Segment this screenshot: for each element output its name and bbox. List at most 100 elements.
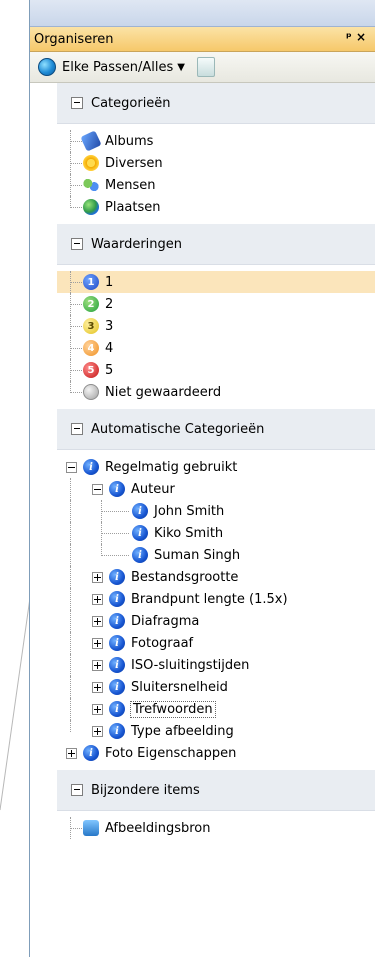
category-diversen[interactable]: Diversen <box>57 152 375 174</box>
tree-bestandsgrootte[interactable]: i Bestandsgrootte <box>57 566 375 588</box>
section-categories[interactable]: Categorieën <box>57 83 375 124</box>
category-label: Albums <box>105 133 154 149</box>
tree-author-john-smith[interactable]: i John Smith <box>57 500 375 522</box>
expand-icon[interactable] <box>92 659 103 671</box>
tree-trefwoorden[interactable]: i Trefwoorden <box>57 698 375 720</box>
category-label: Diversen <box>105 155 163 171</box>
rating-5-icon: 5 <box>83 362 99 378</box>
tree-regular-label: Regelmatig gebruikt <box>105 459 238 475</box>
page-icon[interactable] <box>197 57 215 77</box>
tree-fotograaf[interactable]: i Fotograaf <box>57 632 375 654</box>
author-name: Suman Singh <box>154 547 241 563</box>
tree-item-label: Diafragma <box>131 613 200 629</box>
tree-item-label: Fotograaf <box>131 635 194 651</box>
category-list: Albums Diversen Mensen Plaatsen <box>57 124 375 224</box>
organize-screen: Organiseren ᵖ × Elke Passen/Alles ▼ Cate… <box>0 0 375 957</box>
rating-4[interactable]: 4 4 <box>57 337 375 359</box>
info-icon: i <box>132 503 148 519</box>
rating-label: 5 <box>105 362 114 378</box>
tree-diafragma[interactable]: i Diafragma <box>57 610 375 632</box>
info-icon: i <box>132 525 148 541</box>
section-ratings[interactable]: Waarderingen <box>57 224 375 265</box>
section-auto-categories[interactable]: Automatische Categorieën <box>57 409 375 450</box>
rating-4-icon: 4 <box>83 340 99 356</box>
tree-item-label: Trefwoorden <box>130 700 216 718</box>
collapse-icon[interactable] <box>71 97 83 109</box>
pin-icon[interactable]: ᵖ × <box>346 30 366 44</box>
info-icon: i <box>109 657 125 673</box>
tree-item-label: Bestandsgrootte <box>131 569 239 585</box>
globe-icon <box>83 199 99 215</box>
section-special-items[interactable]: Bijzondere items <box>57 770 375 811</box>
tree-column: Categorieën Albums Diversen Mensen Plaat… <box>57 83 375 957</box>
collapse-icon[interactable] <box>66 461 77 473</box>
people-icon <box>83 177 99 193</box>
flower-icon <box>83 155 99 171</box>
category-plaatsen[interactable]: Plaatsen <box>57 196 375 218</box>
expand-icon[interactable] <box>92 637 103 649</box>
tree-item-label: Type afbeelding <box>131 723 234 739</box>
collapse-icon[interactable] <box>71 784 83 796</box>
section-title-special-items: Bijzondere items <box>91 782 200 798</box>
source-icon <box>83 820 99 836</box>
rating-label: 2 <box>105 296 114 312</box>
expand-icon[interactable] <box>92 725 103 737</box>
left-margin <box>0 0 30 957</box>
expand-icon[interactable] <box>92 571 103 583</box>
tree-author[interactable]: i Auteur <box>57 478 375 500</box>
info-icon: i <box>109 481 125 497</box>
collapse-icon[interactable] <box>71 238 83 250</box>
info-icon: i <box>109 613 125 629</box>
category-mensen[interactable]: Mensen <box>57 174 375 196</box>
bottom-partial-row <box>30 949 375 957</box>
expand-icon[interactable] <box>66 747 77 759</box>
panel-toolbar: Elke Passen/Alles ▼ <box>30 52 375 83</box>
special-afbeeldingsbron[interactable]: Afbeeldingsbron <box>57 817 375 839</box>
category-label: Plaatsen <box>105 199 161 215</box>
rating-2[interactable]: 2 2 <box>57 293 375 315</box>
info-icon: i <box>109 723 125 739</box>
section-title-ratings: Waarderingen <box>91 236 183 252</box>
info-icon: i <box>83 459 99 475</box>
rating-label: Niet gewaardeerd <box>105 384 222 400</box>
expand-icon[interactable] <box>92 681 103 693</box>
panel-top-strip <box>30 0 375 27</box>
tree-iso[interactable]: i ISO-sluitingstijden <box>57 654 375 676</box>
tree-photo-properties-label: Foto Eigenschappen <box>105 745 237 761</box>
author-name: Kiko Smith <box>154 525 224 541</box>
tree-author-suman-singh[interactable]: i Suman Singh <box>57 544 375 566</box>
scope-dropdown[interactable]: Elke Passen/Alles <box>62 60 173 75</box>
rating-label: 1 <box>105 274 114 290</box>
rating-list: 1 1 2 2 3 3 4 4 5 5 Niet gewaardeerd <box>57 265 375 409</box>
info-icon: i <box>83 745 99 761</box>
tree-brandpunt[interactable]: i Brandpunt lengte (1.5x) <box>57 588 375 610</box>
collapse-icon[interactable] <box>92 483 103 495</box>
panel-content: Categorieën Albums Diversen Mensen Plaat… <box>30 83 375 957</box>
tree-sluitersnelheid[interactable]: i Sluitersnelheid <box>57 676 375 698</box>
tree-type-afbeelding[interactable]: i Type afbeelding <box>57 720 375 742</box>
rating-none[interactable]: Niet gewaardeerd <box>57 381 375 403</box>
rating-3[interactable]: 3 3 <box>57 315 375 337</box>
expand-icon[interactable] <box>92 615 103 627</box>
tree-photo-properties[interactable]: i Foto Eigenschappen <box>57 742 375 764</box>
tree-item-label: Brandpunt lengte (1.5x) <box>131 591 288 607</box>
globe-icon <box>38 58 56 76</box>
collapse-icon[interactable] <box>71 423 83 435</box>
organize-panel: Organiseren ᵖ × Elke Passen/Alles ▼ Cate… <box>29 0 375 957</box>
tree-author-kiko-smith[interactable]: i Kiko Smith <box>57 522 375 544</box>
rating-1-icon: 1 <box>83 274 99 290</box>
info-icon: i <box>109 569 125 585</box>
special-items-list: Afbeeldingsbron <box>57 811 375 845</box>
unrated-icon <box>83 384 99 400</box>
expand-icon[interactable] <box>92 703 103 715</box>
category-albums[interactable]: Albums <box>57 130 375 152</box>
tree-item-label: Sluitersnelheid <box>131 679 228 695</box>
special-item-label: Afbeeldingsbron <box>105 820 211 836</box>
rating-1[interactable]: 1 1 <box>57 271 375 293</box>
chevron-down-icon[interactable]: ▼ <box>177 62 185 73</box>
section-title-categories: Categorieën <box>91 95 171 111</box>
expand-icon[interactable] <box>92 593 103 605</box>
tree-regular[interactable]: i Regelmatig gebruikt <box>57 456 375 478</box>
rating-label: 4 <box>105 340 114 356</box>
rating-5[interactable]: 5 5 <box>57 359 375 381</box>
